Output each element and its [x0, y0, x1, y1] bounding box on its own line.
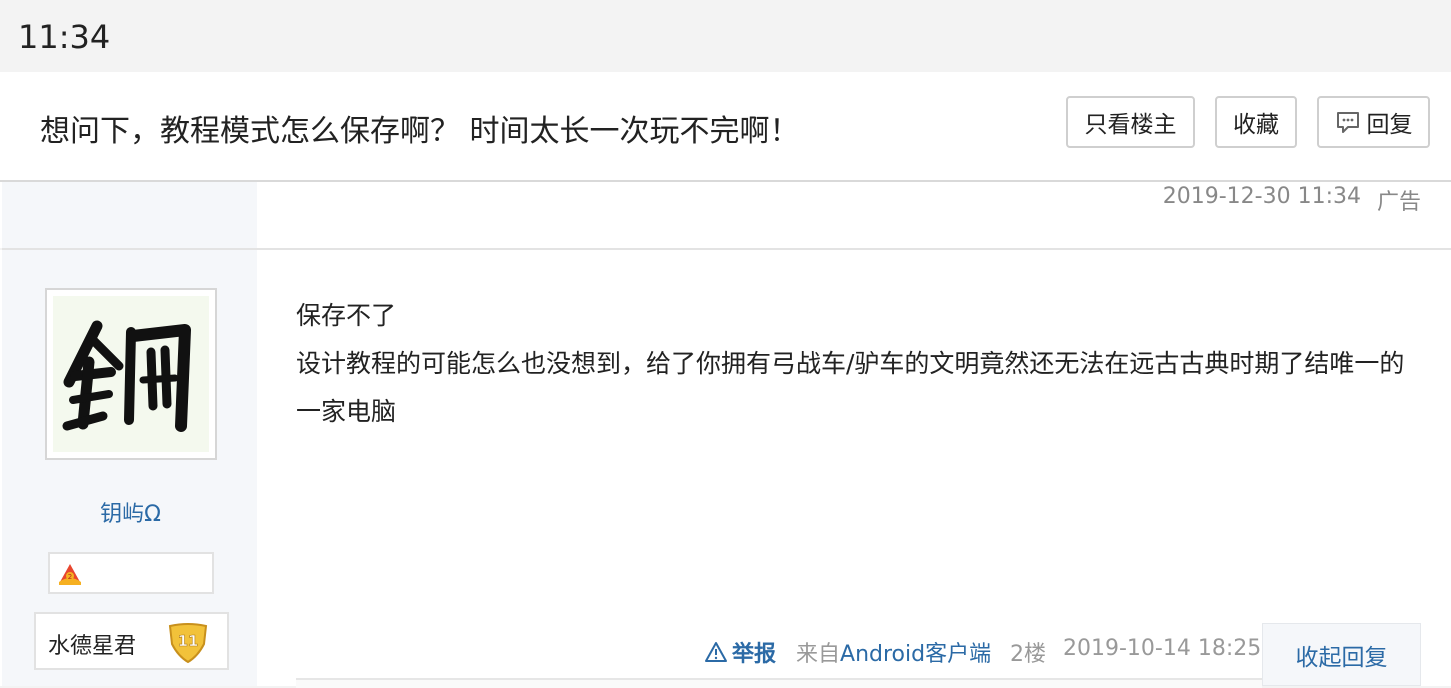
author-column: 钥屿Ω 2 水德星君 11 — [2, 250, 257, 686]
ad-date: 2019-12-30 11:34 — [1162, 184, 1361, 209]
reply-area-edge — [296, 678, 1262, 688]
from-prefix: 来自 — [796, 642, 841, 667]
status-bar: 11:34 — [0, 0, 1451, 72]
post-floor-2: 钥屿Ω 2 水德星君 11 保存不了 设计教程的可能怎么也没想到，给了你拥有弓战… — [0, 250, 1451, 688]
svg-text:2: 2 — [68, 573, 72, 581]
ad-left-column — [2, 182, 257, 248]
badge-box: 2 — [48, 552, 214, 594]
calligraphy-avatar-icon — [53, 296, 209, 452]
report-label: 举报 — [732, 642, 777, 667]
favorite-button[interactable]: 收藏 — [1215, 96, 1297, 148]
report-link[interactable]: 举报 — [704, 636, 776, 668]
post-content: 保存不了 设计教程的可能怎么也没想到，给了你拥有弓战车/驴车的文明竟然还无法在远… — [296, 292, 1416, 436]
level-badge[interactable]: 水德星君 11 — [34, 612, 229, 670]
post-paragraph-2: 设计教程的可能怎么也没想到，给了你拥有弓战车/驴车的文明竟然还无法在远古古典时期… — [296, 349, 1405, 426]
client-link[interactable]: Android客户端 — [840, 642, 991, 667]
level-shield-icon: 11 — [168, 623, 208, 664]
author-name[interactable]: 钥屿Ω — [2, 496, 259, 528]
post-date: 2019-10-14 18:25 — [1063, 636, 1262, 661]
post-paragraph-1: 保存不了 — [296, 301, 397, 330]
level-title: 水德星君 — [48, 634, 137, 659]
collapse-reply-button[interactable]: 收起回复 — [1262, 623, 1421, 686]
only-owner-button[interactable]: 只看楼主 — [1066, 96, 1195, 148]
ad-label: 广告 — [1376, 190, 1421, 215]
thread-title: 想问下，教程模式怎么保存啊？ 时间太长一次玩不完啊！ — [40, 114, 800, 149]
medal-icon[interactable]: 2 — [56, 560, 84, 588]
level-number: 11 — [178, 632, 199, 650]
warning-icon — [705, 642, 727, 662]
thread-header: 想问下，教程模式怎么保存啊？ 时间太长一次玩不完啊！ 只看楼主 收藏 回复 — [0, 72, 1451, 182]
status-time: 11:34 — [18, 18, 111, 56]
reply-button[interactable]: 回复 — [1317, 96, 1430, 148]
client-source: 来自Android客户端 — [796, 636, 991, 668]
reply-button-label: 回复 — [1366, 112, 1413, 138]
floor-number: 2楼 — [1010, 642, 1046, 667]
ad-row: 2019-12-30 11:34 广告 — [0, 182, 1451, 248]
comment-icon — [1336, 112, 1359, 133]
avatar[interactable] — [45, 288, 217, 460]
